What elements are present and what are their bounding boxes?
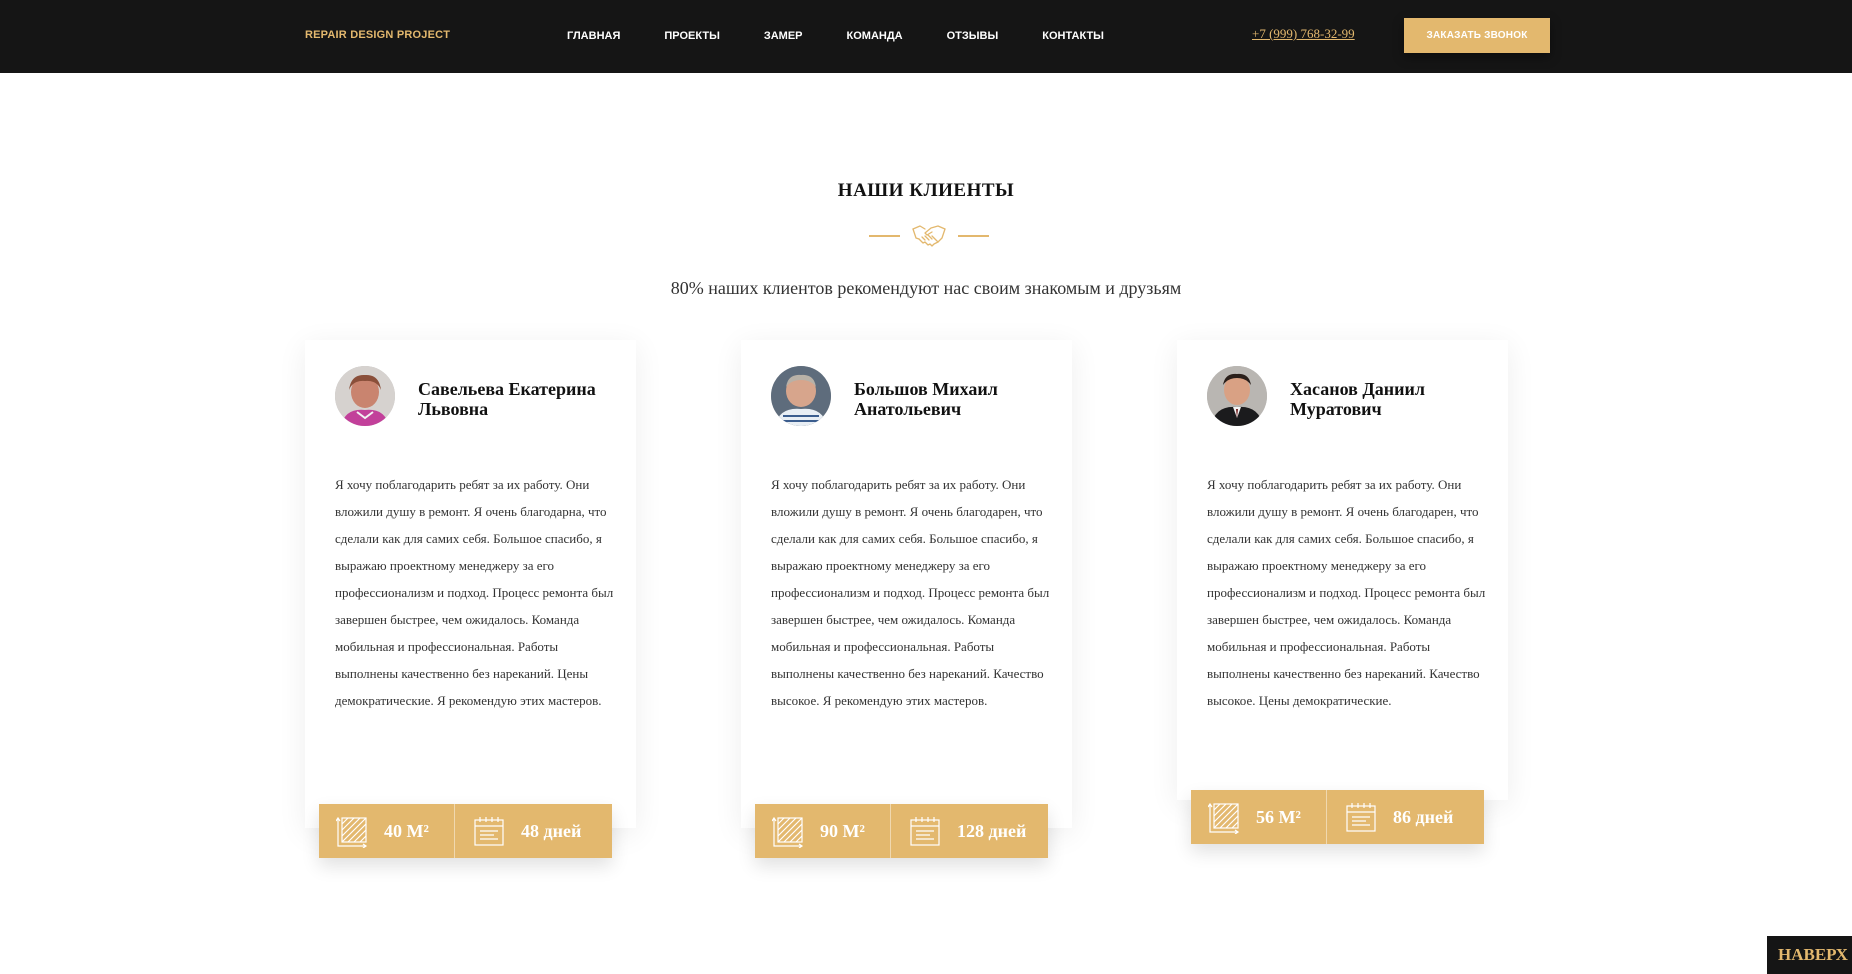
area-icon [772,816,804,848]
stat-area-value: 56 М² [1256,807,1301,827]
nav-item-projects[interactable]: ПРОЕКТЫ [664,30,719,42]
nav-item-home[interactable]: ГЛАВНАЯ [567,30,620,42]
title-divider [869,218,989,252]
stat-area-value: 40 М² [384,821,429,841]
review-card: Большов Михаил Анатольевич Я хочу поблаг… [741,340,1072,828]
client-name: Хасанов Даниил Муратович [1290,379,1425,419]
project-stats: 56 М² 86 дней [1191,790,1484,844]
review-text: Я хочу поблагодарить ребят за их работу.… [335,477,614,708]
site-logo[interactable]: REPAIR DESIGN PROJECT [305,29,450,41]
scroll-to-top-button[interactable]: НАВЕРХ [1767,936,1852,974]
divider-line-right [958,235,989,237]
review-card: Савельева Екатерина Львовна Я хочу побла… [305,340,636,828]
calendar-icon [474,817,504,846]
avatar [1207,366,1267,426]
handshake-icon [912,225,946,247]
calendar-icon [1346,803,1376,832]
review-text: Я хочу поблагодарить ребят за их работу.… [771,477,1050,708]
divider-line-left [869,235,900,237]
avatar [335,366,395,426]
review-text: Я хочу поблагодарить ребят за их работу.… [1207,477,1486,708]
area-icon [1208,802,1240,834]
stat-days: 48 дней [455,804,612,858]
area-icon [336,816,368,848]
phone-link[interactable]: +7 (999) 768-32-99 [1252,26,1355,42]
stat-days-value: 86 дней [1393,807,1454,827]
client-name: Савельева Екатерина Львовна [418,379,596,419]
project-stats: 40 М² 48 дней [319,804,612,858]
stat-area: 90 М² [755,804,891,858]
avatar [771,366,831,426]
client-name: Большов Михаил Анатольевич [854,379,998,419]
nav-item-team[interactable]: КОМАНДА [847,30,903,42]
nav-item-measure[interactable]: ЗАМЕР [764,30,803,42]
stat-days-value: 128 дней [957,821,1027,841]
nav-item-reviews[interactable]: ОТЗЫВЫ [947,30,999,42]
section-title: НАШИ КЛИЕНТЫ [837,180,1015,201]
order-call-button[interactable]: ЗАКАЗАТЬ ЗВОНОК [1404,18,1550,53]
stat-days: 86 дней [1327,790,1484,844]
stat-area: 56 М² [1191,790,1327,844]
stat-area-value: 90 М² [820,821,865,841]
section-subtitle: 80% наших клиентов рекомендуют нас своим… [670,278,1182,298]
stat-days: 128 дней [891,804,1048,858]
calendar-icon [910,817,940,846]
review-card: Хасанов Даниил Муратович Я хочу поблагод… [1177,340,1508,800]
stat-area: 40 М² [319,804,455,858]
nav-item-contacts[interactable]: КОНТАКТЫ [1042,30,1104,42]
site-header: REPAIR DESIGN PROJECT ГЛАВНАЯ ПРОЕКТЫ ЗА… [0,0,1852,73]
project-stats: 90 М² 128 дней [755,804,1048,858]
main-nav: ГЛАВНАЯ ПРОЕКТЫ ЗАМЕР КОМАНДА ОТЗЫВЫ КОН… [567,30,1104,42]
stat-days-value: 48 дней [521,821,582,841]
